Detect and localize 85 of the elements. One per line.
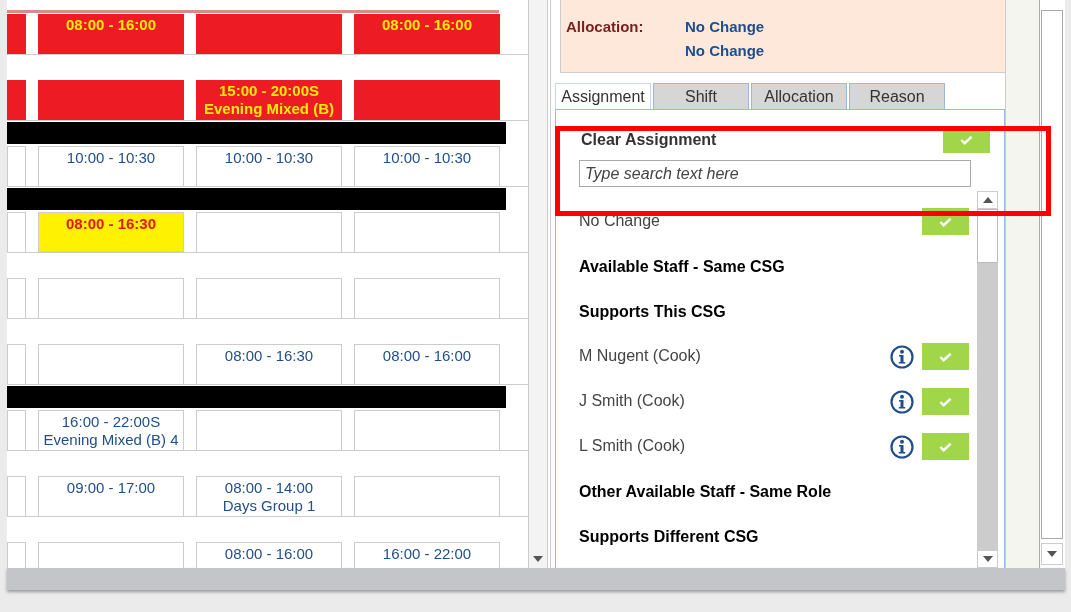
group-heading: Available Staff - Same CSG	[579, 257, 785, 276]
shift-text: 10:00 - 10:30	[66, 149, 156, 167]
shift-text: 16:00 - 22:00S	[61, 413, 161, 431]
scrollbar[interactable]	[977, 191, 998, 568]
check-icon	[939, 351, 952, 362]
shift-cell[interactable]	[7, 146, 26, 186]
up-arrow-icon[interactable]	[982, 197, 993, 203]
shift-text: 10:00 - 10:30	[382, 149, 472, 167]
group-heading: Supports Different CSG	[579, 527, 759, 546]
shift-cell[interactable]	[196, 212, 342, 252]
list-item[interactable]: M Nugent (Cook)	[579, 343, 890, 365]
shift-text: 15:00 - 20:00S	[218, 82, 320, 100]
shift-text: 09:00 - 17:00	[66, 479, 156, 497]
shift-cell[interactable]	[354, 80, 500, 120]
shift-cell[interactable]	[7, 278, 26, 318]
select-button[interactable]	[922, 433, 969, 460]
shift-cell[interactable]	[196, 410, 342, 450]
shift-cell[interactable]	[354, 278, 500, 318]
tab[interactable]: Reason	[849, 83, 945, 109]
shift-cell[interactable]: 08:00 - 16:30	[196, 344, 342, 384]
info-icon[interactable]	[890, 390, 914, 414]
shift-cell[interactable]: 08:00 - 16:30	[38, 212, 184, 252]
check-icon	[939, 441, 952, 452]
shift-cell[interactable]: 10:00 - 10:30	[196, 146, 342, 186]
shift-cell[interactable]	[38, 278, 184, 318]
shift-cell[interactable]: 08:00 - 16:00	[354, 14, 500, 54]
shift-cell[interactable]: 09:00 - 17:00	[38, 476, 184, 516]
down-arrow-icon[interactable]	[1047, 551, 1057, 557]
tab[interactable]: Assignment	[555, 83, 651, 109]
down-arrow-icon[interactable]	[982, 556, 993, 562]
shift-text: 08:00 - 14:00	[224, 479, 314, 497]
shift-text: 08:00 - 16:30	[65, 215, 157, 233]
shift-cell[interactable]	[354, 410, 500, 450]
shift-cell[interactable]	[38, 80, 184, 120]
shift-text: 08:00 - 16:00	[382, 347, 472, 365]
info-icon[interactable]	[890, 345, 914, 369]
shift-cell[interactable]: 16:00 - 22:00	[354, 542, 500, 568]
shift-cell[interactable]: 15:00 - 20:00S Evening Mixed (B)	[196, 80, 342, 120]
group-heading: Other Available Staff - Same Role	[579, 482, 832, 501]
details-label: Allocation:	[566, 18, 645, 37]
scrollbar[interactable]	[1039, 0, 1064, 568]
shift-text: 08:00 - 16:00	[65, 16, 157, 34]
shift-cell[interactable]	[7, 80, 26, 120]
down-arrow-icon[interactable]	[533, 556, 543, 562]
shift-cell[interactable]: 10:00 - 10:30	[354, 146, 500, 186]
tab[interactable]: Shift	[653, 83, 749, 109]
shift-cell[interactable]	[7, 410, 26, 450]
shift-cell[interactable]: 10:00 - 10:30	[38, 146, 184, 186]
shift-text: Evening Mixed (B)	[204, 100, 334, 118]
check-icon	[939, 216, 952, 227]
shift-cell[interactable]	[354, 212, 500, 252]
shift-cell[interactable]	[38, 344, 184, 384]
check-icon	[939, 396, 952, 407]
select-button[interactable]	[922, 388, 969, 415]
shift-text: 08:00 - 16:00	[381, 16, 473, 34]
shift-cell[interactable]: 16:00 - 22:00S Evening Mixed (B) 4	[38, 410, 184, 450]
clear-assignment-label: Clear Assignment	[581, 130, 717, 149]
shift-text: 08:00 - 16:00	[224, 545, 314, 563]
list-item[interactable]: J Smith (Cook)	[579, 388, 890, 410]
info-icon[interactable]	[890, 435, 914, 459]
shift-text: 10:00 - 10:30	[224, 149, 314, 167]
shift-cell[interactable]	[7, 212, 26, 252]
shift-cell[interactable]: 08:00 - 16:00	[196, 542, 342, 568]
details-value: No Change	[685, 42, 765, 59]
shift-text: 08:00 - 16:30	[224, 347, 314, 365]
select-button[interactable]	[922, 343, 969, 370]
search-field[interactable]: Type search text here	[579, 160, 971, 187]
check-icon	[960, 134, 973, 145]
shift-text: Days Group 1	[222, 497, 316, 515]
shift-cell[interactable]: 08:00 - 14:00 Days Group 1	[196, 476, 342, 516]
shift-cell[interactable]: 08:00 - 16:00	[38, 14, 184, 54]
tab[interactable]: Allocation	[751, 83, 847, 109]
shift-cell[interactable]	[7, 344, 26, 384]
shift-cell[interactable]: 08:00 - 16:00	[354, 344, 500, 384]
group-heading: Supports This CSG	[579, 302, 726, 321]
scrollbar[interactable]	[528, 0, 548, 568]
list-item[interactable]: L Smith (Cook)	[579, 433, 890, 455]
details-value: No Change	[685, 18, 765, 35]
shift-text: Evening Mixed (B) 4	[43, 431, 179, 449]
shift-cell[interactable]	[196, 278, 342, 318]
shift-text: 16:00 - 22:00	[382, 545, 472, 563]
shift-cell[interactable]	[7, 476, 26, 516]
shift-cell[interactable]	[354, 476, 500, 516]
shift-cell[interactable]	[7, 14, 26, 54]
shift-cell[interactable]	[196, 14, 342, 54]
